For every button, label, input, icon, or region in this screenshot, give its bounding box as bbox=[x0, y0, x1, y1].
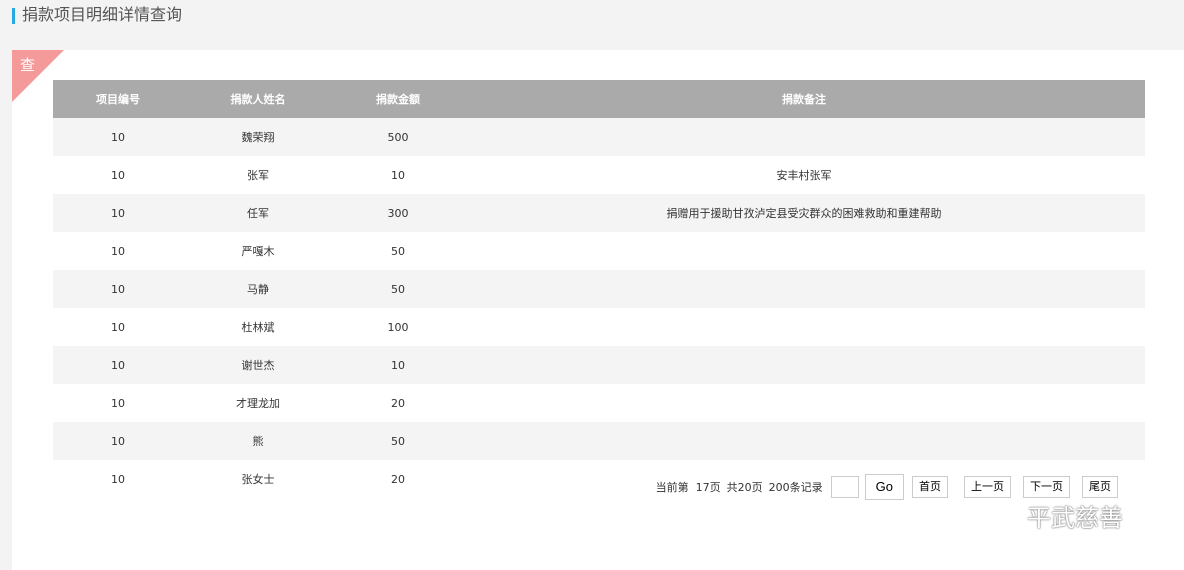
donation-table: 项目编号 捐款人姓名 捐款金额 捐款备注 10 魏荣翔 500 10 张军 10… bbox=[53, 80, 1145, 498]
cell-donor: 熊 bbox=[183, 422, 333, 460]
cell-note bbox=[463, 346, 1145, 384]
cell-donor: 谢世杰 bbox=[183, 346, 333, 384]
cell-amount: 100 bbox=[333, 308, 463, 346]
cell-amount: 50 bbox=[333, 232, 463, 270]
table-row: 10 杜林斌 100 bbox=[53, 308, 1145, 346]
wechat-icon bbox=[976, 500, 1019, 530]
cell-amount: 50 bbox=[333, 270, 463, 308]
table-row: 10 熊 50 bbox=[53, 422, 1145, 460]
cell-donor: 严嘎木 bbox=[183, 232, 333, 270]
watermark: 平武慈善 bbox=[975, 498, 1123, 533]
cell-amount: 300 bbox=[333, 194, 463, 232]
table-row: 10 严嘎木 50 bbox=[53, 232, 1145, 270]
cell-donor: 任军 bbox=[183, 194, 333, 232]
ribbon-label: 查 bbox=[20, 56, 36, 74]
cell-project-id: 10 bbox=[53, 384, 183, 422]
page-header: 捐款项目明细详情查询 bbox=[0, 0, 1184, 50]
cell-project-id: 10 bbox=[53, 308, 183, 346]
page-title: 捐款项目明细详情查询 bbox=[22, 5, 183, 24]
cell-amount: 10 bbox=[333, 156, 463, 194]
pager-total-pages: 共20页 bbox=[726, 481, 763, 494]
cell-note: 捐赠用于援助甘孜泸定县受灾群众的困难救助和重建帮助 bbox=[463, 194, 1145, 232]
cell-amount: 20 bbox=[333, 384, 463, 422]
table-row: 10 才理龙加 20 bbox=[53, 384, 1145, 422]
cell-amount: 500 bbox=[333, 118, 463, 156]
title-accent-bar bbox=[12, 8, 15, 24]
prev-page-button[interactable]: 上一页 bbox=[964, 476, 1011, 498]
cell-project-id: 10 bbox=[53, 346, 183, 384]
table-row: 10 魏荣翔 500 bbox=[53, 118, 1145, 156]
table-row: 10 谢世杰 10 bbox=[53, 346, 1145, 384]
column-header-project-id: 项目编号 bbox=[53, 80, 183, 118]
cell-donor: 杜林斌 bbox=[183, 308, 333, 346]
cell-donor: 马静 bbox=[183, 270, 333, 308]
pagination: 当前第 17页 共20页 200条记录 Go 首页 上一页 下一页 尾页 bbox=[656, 474, 1118, 500]
cell-donor: 张军 bbox=[183, 156, 333, 194]
cell-donor: 魏荣翔 bbox=[183, 118, 333, 156]
pager-total-records: 200条记录 bbox=[768, 481, 823, 494]
cell-donor: 才理龙加 bbox=[183, 384, 333, 422]
cell-note bbox=[463, 308, 1145, 346]
pager-current-page: 当前第 17页 bbox=[655, 481, 721, 494]
cell-note bbox=[463, 422, 1145, 460]
cell-project-id: 10 bbox=[53, 118, 183, 156]
cell-note bbox=[463, 384, 1145, 422]
cell-amount: 50 bbox=[333, 422, 463, 460]
cell-donor: 张女士 bbox=[183, 460, 333, 498]
cell-amount: 10 bbox=[333, 346, 463, 384]
column-header-donor: 捐款人姓名 bbox=[183, 80, 333, 118]
table-row: 10 任军 300 捐赠用于援助甘孜泸定县受灾群众的困难救助和重建帮助 bbox=[53, 194, 1145, 232]
watermark-text: 平武慈善 bbox=[1027, 504, 1123, 532]
table-header-row: 项目编号 捐款人姓名 捐款金额 捐款备注 bbox=[53, 80, 1145, 118]
table-row: 10 马静 50 bbox=[53, 270, 1145, 308]
go-button[interactable]: Go bbox=[864, 474, 904, 500]
cell-project-id: 10 bbox=[53, 460, 183, 498]
cell-project-id: 10 bbox=[53, 156, 183, 194]
column-header-note: 捐款备注 bbox=[463, 80, 1145, 118]
first-page-button[interactable]: 首页 bbox=[912, 476, 948, 498]
cell-project-id: 10 bbox=[53, 194, 183, 232]
column-header-amount: 捐款金额 bbox=[333, 80, 463, 118]
cell-note bbox=[463, 270, 1145, 308]
cell-note bbox=[463, 118, 1145, 156]
cell-project-id: 10 bbox=[53, 232, 183, 270]
cell-project-id: 10 bbox=[53, 422, 183, 460]
cell-note: 安丰村张军 bbox=[463, 156, 1145, 194]
page-jump-input[interactable] bbox=[830, 476, 859, 498]
next-page-button[interactable]: 下一页 bbox=[1023, 476, 1070, 498]
table-row: 10 张军 10 安丰村张军 bbox=[53, 156, 1145, 194]
last-page-button[interactable]: 尾页 bbox=[1082, 476, 1118, 498]
cell-amount: 20 bbox=[333, 460, 463, 498]
cell-project-id: 10 bbox=[53, 270, 183, 308]
cell-note bbox=[463, 232, 1145, 270]
